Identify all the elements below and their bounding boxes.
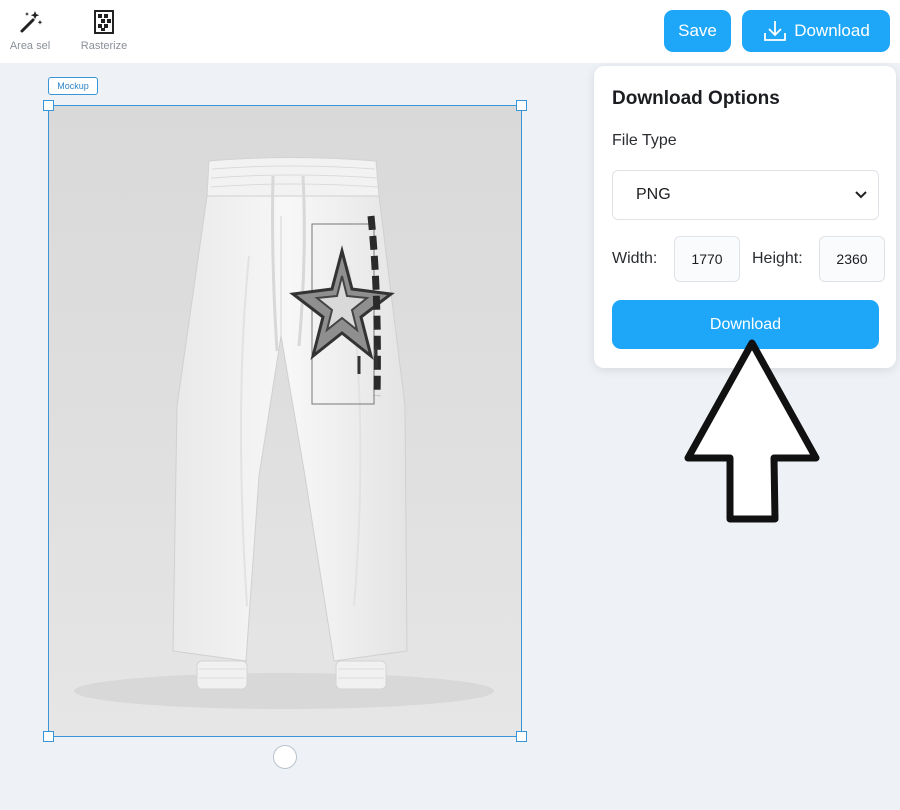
rasterize-icon <box>94 10 114 34</box>
file-type-value: PNG <box>636 186 671 203</box>
height-value: 2360 <box>836 251 868 267</box>
pointer-arrow-icon <box>684 339 820 523</box>
area-select-label: Area sel <box>9 40 51 52</box>
panel-title: Download Options <box>612 88 780 109</box>
save-button-label: Save <box>678 21 717 40</box>
resize-handle-top-right[interactable] <box>516 100 527 111</box>
resize-handle-bottom-left[interactable] <box>43 731 54 742</box>
width-label: Width: <box>612 250 658 267</box>
layer-tag[interactable]: Mockup <box>48 77 98 95</box>
rasterize-tool[interactable]: Rasterize <box>74 8 134 52</box>
resize-handle-top-left[interactable] <box>43 100 54 111</box>
sweatpants-illustration <box>74 157 494 709</box>
download-options-panel: Download Options File Type PNG Width: 17… <box>594 66 896 368</box>
height-input[interactable]: 2360 <box>819 236 885 282</box>
height-label: Height: <box>752 250 803 267</box>
mockup-image[interactable] <box>48 105 522 737</box>
magic-wand-icon <box>20 11 43 33</box>
file-type-select[interactable]: PNG <box>612 170 879 220</box>
panel-download-label: Download <box>709 315 782 333</box>
rotate-handle[interactable] <box>273 745 297 769</box>
download-button-label: Download <box>794 21 870 40</box>
resize-handle-bottom-right[interactable] <box>516 731 527 742</box>
save-button[interactable]: Save <box>664 10 731 52</box>
file-type-label: File Type <box>612 132 677 149</box>
top-toolbar: Area sel Rasterize Save Download <box>0 0 900 63</box>
width-value: 1770 <box>691 251 723 267</box>
download-icon <box>764 21 787 41</box>
area-select-tool[interactable]: Area sel <box>0 8 60 52</box>
width-input[interactable]: 1770 <box>674 236 740 282</box>
rasterize-label: Rasterize <box>80 40 128 52</box>
chevron-down-icon <box>855 191 867 199</box>
download-button[interactable]: Download <box>742 10 890 52</box>
